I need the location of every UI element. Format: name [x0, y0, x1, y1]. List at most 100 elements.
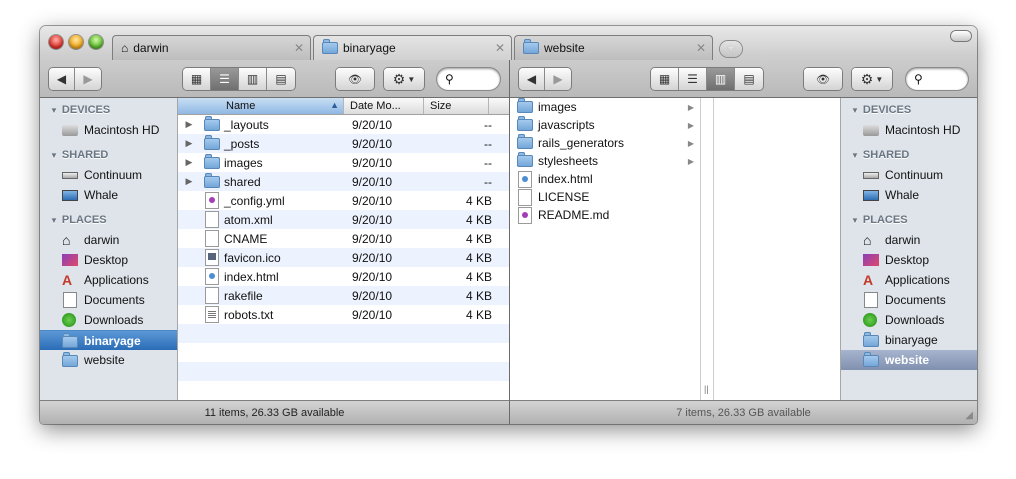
back-button[interactable]: ◀: [49, 68, 75, 90]
column-resize-handle[interactable]: ||: [704, 384, 709, 394]
tab-binaryage[interactable]: binaryage ✕: [313, 35, 512, 60]
tab-close-icon[interactable]: ✕: [294, 41, 304, 55]
column-header-size[interactable]: Size: [424, 98, 489, 114]
folder-icon-wrap: [863, 332, 879, 347]
coverflow-view-button[interactable]: ▤: [267, 68, 295, 90]
sidebar-item-applications[interactable]: A Applications: [40, 270, 177, 290]
search-field[interactable]: ⚲: [906, 68, 968, 90]
quick-look-button[interactable]: 👁: [804, 68, 842, 90]
sidebar-item-continuum[interactable]: Continuum: [841, 165, 977, 185]
sidebar-item-documents[interactable]: Documents: [841, 290, 977, 310]
list-item[interactable]: README.md: [510, 206, 700, 224]
folder-icon: [517, 134, 533, 149]
column-view-button[interactable]: ▥: [707, 68, 735, 90]
table-row[interactable]: _config.yml 9/20/10 4 KB: [178, 191, 509, 210]
sidebar-item-continuum[interactable]: Continuum: [40, 165, 177, 185]
coverflow-view-button[interactable]: ▤: [735, 68, 763, 90]
file-size: --: [484, 136, 492, 151]
browser-column[interactable]: images ▶ javascripts ▶ rails_generators ▶ styl…: [510, 98, 701, 400]
list-item[interactable]: rails_generators ▶: [510, 134, 700, 152]
row-icon-cell: [200, 250, 224, 265]
list-item[interactable]: index.html: [510, 170, 700, 188]
disclosure-triangle-icon[interactable]: ▶: [178, 176, 200, 187]
disclosure-triangle-icon[interactable]: ▶: [178, 157, 200, 168]
table-row[interactable]: ▶ shared 9/20/10 --: [178, 172, 509, 191]
zoom-window-button[interactable]: [89, 35, 103, 49]
sidebar-item-label: website: [84, 353, 125, 367]
list-view-button[interactable]: ☰: [211, 68, 239, 90]
table-row[interactable]: ▶ images 9/20/10 --: [178, 153, 509, 172]
tab-close-icon[interactable]: ✕: [696, 41, 706, 55]
tab-darwin[interactable]: ⌂ darwin ✕: [112, 35, 311, 60]
browser-column-empty[interactable]: [702, 98, 714, 400]
table-row[interactable]: ▶ _layouts 9/20/10 --: [178, 115, 509, 134]
eye-icon: 👁: [348, 73, 362, 86]
icon-view-button[interactable]: ▦: [651, 68, 679, 90]
resize-grip-icon[interactable]: ◢: [965, 410, 973, 421]
list-item[interactable]: images ▶: [510, 98, 700, 116]
sidebar-item-website[interactable]: website: [40, 350, 177, 370]
minimize-window-button[interactable]: [69, 35, 83, 49]
sidebar-item-downloads[interactable]: Downloads: [841, 310, 977, 330]
close-window-button[interactable]: [49, 35, 63, 49]
file-size: 4 KB: [465, 212, 492, 227]
tab-close-icon[interactable]: ✕: [495, 41, 505, 55]
sidebar-item-desktop[interactable]: Desktop: [841, 250, 977, 270]
sidebar-item-darwin[interactable]: ⌂ darwin: [40, 230, 177, 250]
sidebar-item-website[interactable]: website: [841, 350, 977, 370]
sidebar-item-downloads[interactable]: Downloads: [40, 310, 177, 330]
sidebar-item-macintosh-hd[interactable]: Macintosh HD: [40, 120, 177, 140]
table-row[interactable]: index.html 9/20/10 4 KB: [178, 267, 509, 286]
disclosure-triangle-icon[interactable]: ▶: [178, 119, 200, 130]
downloads-icon: [62, 313, 76, 327]
table-row[interactable]: atom.xml 9/20/10 4 KB: [178, 210, 509, 229]
action-menu-button[interactable]: ⚙ ▼: [852, 68, 892, 90]
sidebar-section-devices[interactable]: ▼ DEVICES: [841, 100, 977, 120]
sidebar-item-applications[interactable]: A Applications: [841, 270, 977, 290]
icon-view-button[interactable]: ▦: [183, 68, 211, 90]
sidebar-item-documents[interactable]: Documents: [40, 290, 177, 310]
table-row[interactable]: favicon.ico 9/20/10 4 KB: [178, 248, 509, 267]
empty-row: [178, 362, 509, 381]
list-view-button[interactable]: ☰: [679, 68, 707, 90]
list-item[interactable]: LICENSE: [510, 188, 700, 206]
quick-look-button[interactable]: 👁: [336, 68, 374, 90]
table-row[interactable]: ▶ _posts 9/20/10 --: [178, 134, 509, 153]
column-header-name[interactable]: Name ▲: [178, 98, 344, 114]
back-button[interactable]: ◀: [519, 68, 545, 90]
search-input[interactable]: [925, 73, 966, 85]
list-item[interactable]: stylesheets ▶: [510, 152, 700, 170]
new-tab-button[interactable]: +: [720, 41, 742, 57]
sidebar-section-devices[interactable]: ▼ DEVICES: [40, 100, 177, 120]
disclosure-triangle-icon[interactable]: ▶: [178, 138, 200, 149]
table-row[interactable]: rakefile 9/20/10 4 KB: [178, 286, 509, 305]
sidebar-item-whale[interactable]: Whale: [841, 185, 977, 205]
action-menu-button[interactable]: ⚙ ▼: [384, 68, 424, 90]
view-mode-control: ▦ ☰ ▥ ▤: [651, 68, 763, 90]
file-list[interactable]: Name ▲ Date Mo... Size ▶ _layouts 9/20/10 -…: [178, 98, 509, 400]
forward-button[interactable]: ▶: [75, 68, 101, 90]
column-view-button[interactable]: ▥: [239, 68, 267, 90]
sidebar-section-shared[interactable]: ▼ SHARED: [40, 145, 177, 165]
sidebar-item-binaryage[interactable]: binaryage: [841, 330, 977, 350]
sidebar-section-places[interactable]: ▼ PLACES: [841, 210, 977, 230]
sidebar-item-desktop[interactable]: Desktop: [40, 250, 177, 270]
column-header-label: Size: [430, 100, 452, 112]
column-browser[interactable]: images ▶ javascripts ▶ rails_generators ▶ styl…: [510, 98, 840, 400]
table-row[interactable]: robots.txt 9/20/10 4 KB: [178, 305, 509, 324]
sidebar-item-darwin[interactable]: ⌂ darwin: [841, 230, 977, 250]
sidebar-section-places[interactable]: ▼ PLACES: [40, 210, 177, 230]
list-item[interactable]: javascripts ▶: [510, 116, 700, 134]
sidebar-item-macintosh-hd[interactable]: Macintosh HD: [841, 120, 977, 140]
sidebar-item-whale[interactable]: Whale: [40, 185, 177, 205]
tab-website[interactable]: website ✕: [514, 35, 713, 60]
search-field[interactable]: ⚲: [437, 68, 500, 90]
column-header-date[interactable]: Date Mo...: [344, 98, 424, 114]
sidebar-section-shared[interactable]: ▼ SHARED: [841, 145, 977, 165]
forward-button[interactable]: ▶: [545, 68, 571, 90]
applications-icon: A: [863, 272, 874, 288]
toolbar-toggle-button[interactable]: [951, 31, 971, 41]
table-row[interactable]: CNAME 9/20/10 4 KB: [178, 229, 509, 248]
search-input[interactable]: [456, 73, 497, 85]
sidebar-item-binaryage[interactable]: binaryage: [40, 330, 177, 350]
